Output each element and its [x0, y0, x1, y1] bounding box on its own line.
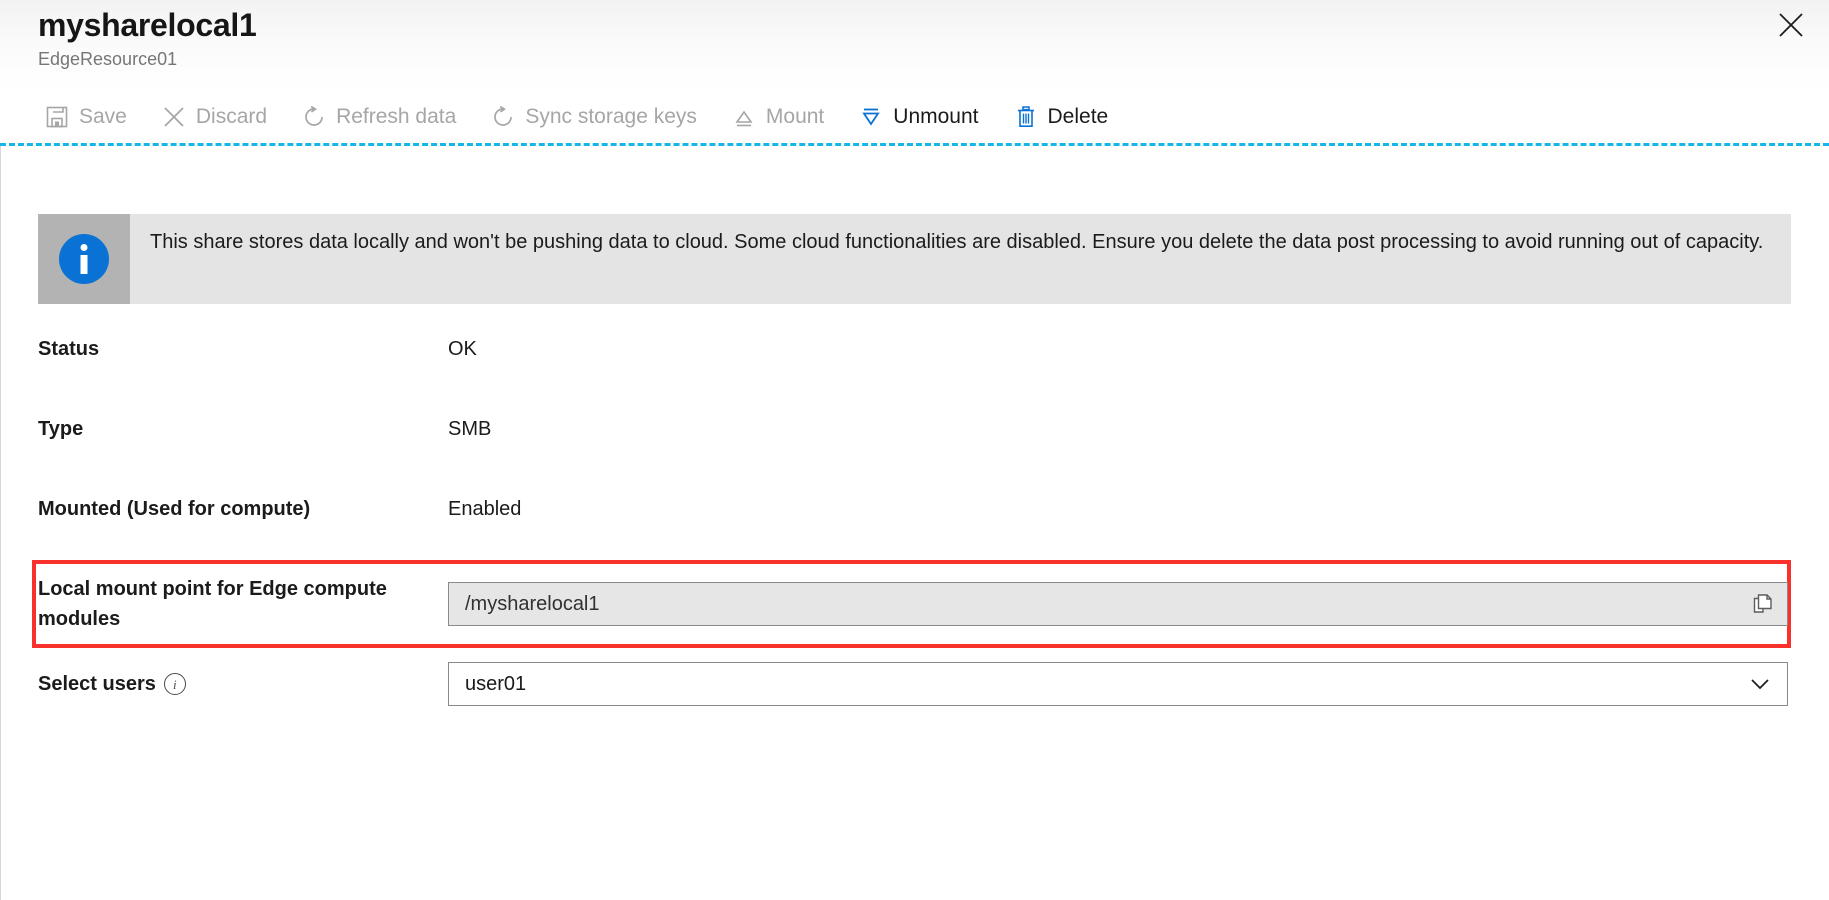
- mount-button-label: Mount: [766, 104, 824, 130]
- info-circle-icon[interactable]: i: [164, 673, 186, 695]
- info-icon: [59, 234, 109, 284]
- mount-icon: [731, 104, 757, 130]
- status-value: OK: [448, 334, 477, 364]
- chevron-down-icon: [1749, 673, 1771, 695]
- close-icon: [1778, 12, 1804, 38]
- property-list: Status OK Type SMB Mounted (Used for com…: [0, 334, 1829, 706]
- row-select-users: Select users i user01: [0, 662, 1829, 706]
- close-button[interactable]: [1771, 5, 1811, 45]
- page-title: mysharelocal1: [38, 4, 256, 46]
- delete-button-label: Delete: [1048, 104, 1109, 130]
- mount-button[interactable]: Mount: [721, 97, 834, 137]
- select-users-dropdown[interactable]: user01: [448, 662, 1788, 706]
- row-mounted: Mounted (Used for compute) Enabled: [0, 494, 1829, 534]
- local-mount-point-label: Local mount point for Edge compute modul…: [38, 574, 448, 634]
- refresh-data-button[interactable]: Refresh data: [291, 97, 466, 137]
- sync-storage-keys-button[interactable]: Sync storage keys: [480, 97, 707, 137]
- refresh-data-button-label: Refresh data: [336, 104, 456, 130]
- select-users-label: Select users i: [38, 669, 448, 699]
- title-block: mysharelocal1 EdgeResource01: [38, 4, 256, 71]
- row-type: Type SMB: [0, 414, 1829, 454]
- mounted-label: Mounted (Used for compute): [38, 494, 448, 524]
- type-value: SMB: [448, 414, 491, 444]
- sync-storage-keys-button-label: Sync storage keys: [525, 104, 697, 130]
- unmount-icon: [858, 104, 884, 130]
- mounted-value: Enabled: [448, 494, 521, 524]
- save-icon: [44, 104, 70, 130]
- command-bar: Save Discard Refresh data Sync storage k…: [0, 90, 1829, 144]
- refresh-icon: [301, 104, 327, 130]
- discard-button[interactable]: Discard: [151, 97, 277, 137]
- local-mount-point-value: /mysharelocal1: [465, 593, 600, 616]
- command-bar-separator: [0, 143, 1829, 146]
- save-button-label: Save: [79, 104, 127, 130]
- sync-icon: [490, 104, 516, 130]
- local-mount-point-field[interactable]: /mysharelocal1: [448, 582, 1788, 626]
- delete-icon: [1013, 104, 1039, 130]
- unmount-button-label: Unmount: [893, 104, 978, 130]
- row-status: Status OK: [0, 334, 1829, 374]
- row-local-mount-point: Local mount point for Edge compute modul…: [0, 560, 1829, 648]
- info-icon-container: [38, 214, 130, 304]
- blade-header: mysharelocal1 EdgeResource01: [0, 0, 1829, 90]
- page-subtitle: EdgeResource01: [38, 47, 256, 71]
- select-users-value: user01: [465, 673, 526, 696]
- info-banner: This share stores data locally and won't…: [38, 214, 1791, 304]
- save-button[interactable]: Save: [34, 97, 137, 137]
- info-banner-text: This share stores data locally and won't…: [130, 214, 1785, 304]
- discard-button-label: Discard: [196, 104, 267, 130]
- unmount-button[interactable]: Unmount: [848, 97, 988, 137]
- copy-icon[interactable]: [1751, 592, 1775, 616]
- status-label: Status: [38, 334, 448, 364]
- delete-button[interactable]: Delete: [1003, 97, 1119, 137]
- discard-icon: [161, 104, 187, 130]
- type-label: Type: [38, 414, 448, 444]
- select-users-label-text: Select users: [38, 669, 156, 699]
